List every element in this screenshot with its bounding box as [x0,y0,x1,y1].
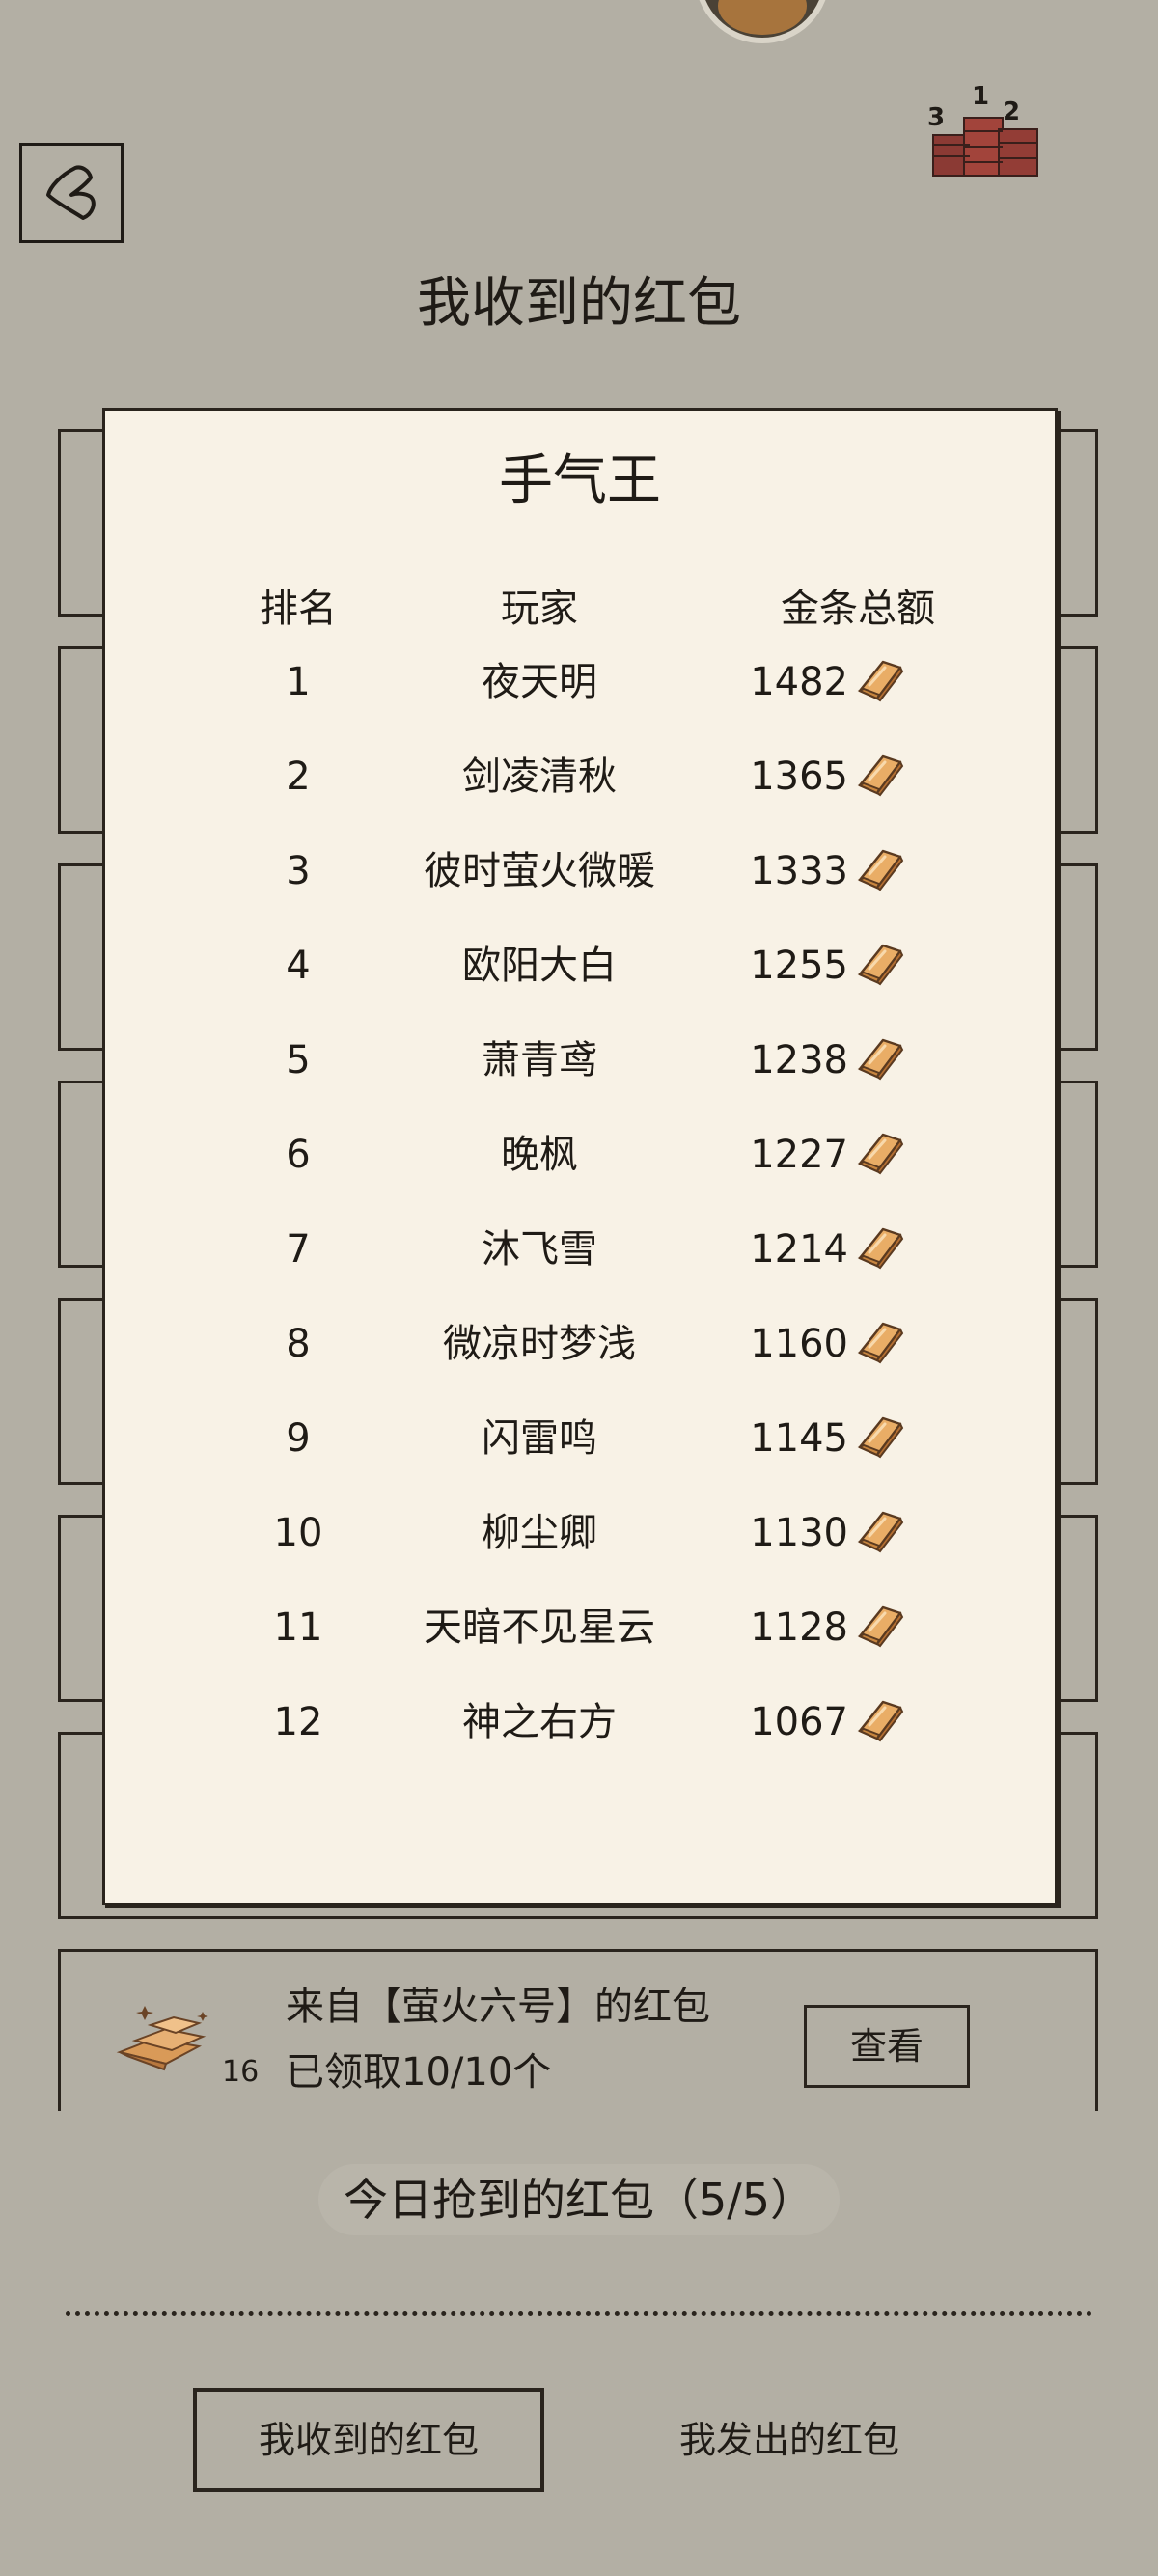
leaderboard-title: 手气王 [499,450,661,512]
gold-bar-icon [854,751,906,799]
amount-cell: 1333 [750,849,848,893]
gold-bar-icon [854,1034,906,1082]
table-row: 7 沐飞雪 1214 [105,1202,1055,1297]
rank-cell: 2 [286,754,311,799]
amount-cell: 1145 [750,1416,848,1461]
table-row: 5 萧青鸢 1238 [105,1013,1055,1108]
player-cell: 晚枫 [501,1133,578,1177]
gold-bar-icon [854,940,906,988]
table-row: 3 彼时萤火微暖 1333 [105,824,1055,918]
amount-cell: 1160 [750,1322,848,1366]
divider [66,2311,1092,2316]
view-button[interactable]: 查看 [804,2005,970,2088]
table-row: 12 神之右方 1067 [105,1675,1055,1769]
amount-cell: 1128 [750,1605,848,1650]
amount-cell: 1238 [750,1038,848,1082]
rank-cell: 1 [286,660,311,704]
red-packet-claimed: 已领取10/10个 [286,2050,552,2095]
red-packet-source: 来自【萤火六号】的红包 [286,1985,710,2029]
gold-bar-icon [854,1507,906,1555]
svg-text:1: 1 [972,82,989,111]
column-header-rank: 排名 [260,587,337,631]
column-header-total: 金条总额 [781,587,935,631]
rank-cell: 6 [286,1133,311,1177]
table-row: 9 闪雷鸣 1145 [105,1391,1055,1486]
player-cell: 萧青鸢 [482,1038,597,1082]
table-row: 11 天暗不见星云 1128 [105,1580,1055,1675]
player-cell: 柳尘卿 [482,1511,597,1555]
rank-cell: 5 [286,1038,311,1082]
ranking-podium-icon: 3 1 2 [927,82,1038,177]
gold-count: 16 [222,2055,260,2089]
table-row: 1 夜天明 1482 [105,635,1055,729]
gold-bar-icon [854,1129,906,1177]
rank-cell: 3 [286,849,311,893]
rank-cell: 11 [273,1605,323,1650]
column-header-player: 玩家 [501,587,578,631]
player-cell: 剑凌清秋 [462,754,617,799]
gold-bar-icon [854,1602,906,1650]
page-title: 我收到的红包 [417,272,741,335]
gold-bar-icon [854,1223,906,1272]
table-row: 2 剑凌清秋 1365 [105,729,1055,824]
player-cell: 沐飞雪 [482,1227,597,1272]
back-arrow-icon [46,165,96,220]
avatar[interactable] [695,0,830,43]
table-row: 6 晚枫 1227 [105,1108,1055,1202]
tab-received[interactable]: 我收到的红包 [193,2388,544,2492]
svg-text:3: 3 [927,103,945,132]
player-cell: 夜天明 [482,660,597,704]
player-cell: 微凉时梦浅 [443,1322,636,1366]
gold-bar-icon [854,1318,906,1366]
amount-cell: 1255 [750,944,848,988]
player-cell: 天暗不见星云 [424,1605,655,1650]
player-cell: 闪雷鸣 [482,1416,597,1461]
today-red-packets: 今日抢到的红包（5/5） [318,2164,840,2235]
gold-bar-icon [854,656,906,704]
leaderboard-panel: 手气王 排名 玩家 金条总额 1 夜天明 1482 2 剑凌清秋 1365 3 彼时萤火微暖 1… [102,408,1058,1905]
player-cell: 神之右方 [462,1700,617,1744]
ranking-button[interactable]: 3 1 2 [922,75,1047,183]
player-cell: 彼时萤火微暖 [424,849,655,893]
table-row: 4 欧阳大白 1255 [105,918,1055,1013]
svg-text:2: 2 [1003,97,1020,126]
rank-cell: 12 [273,1700,323,1744]
gold-bar-icon [854,845,906,893]
amount-cell: 1067 [750,1700,848,1744]
amount-cell: 1130 [750,1511,848,1555]
player-cell: 欧阳大白 [462,944,617,988]
rank-cell: 7 [286,1227,311,1272]
tab-sent[interactable]: 我发出的红包 [614,2388,965,2492]
rank-cell: 4 [286,944,311,988]
amount-cell: 1227 [750,1133,848,1177]
amount-cell: 1482 [750,660,848,704]
table-row: 8 微凉时梦浅 1160 [105,1297,1055,1391]
rank-cell: 9 [286,1416,311,1461]
gold-bar-icon [854,1696,906,1744]
rank-cell: 10 [273,1511,323,1555]
amount-cell: 1214 [750,1227,848,1272]
back-button[interactable] [19,143,124,243]
table-row: 10 柳尘卿 1130 [105,1486,1055,1580]
gold-pile-icon [106,1992,222,2079]
rank-cell: 8 [286,1322,311,1366]
amount-cell: 1365 [750,754,848,799]
gold-bar-icon [854,1412,906,1461]
